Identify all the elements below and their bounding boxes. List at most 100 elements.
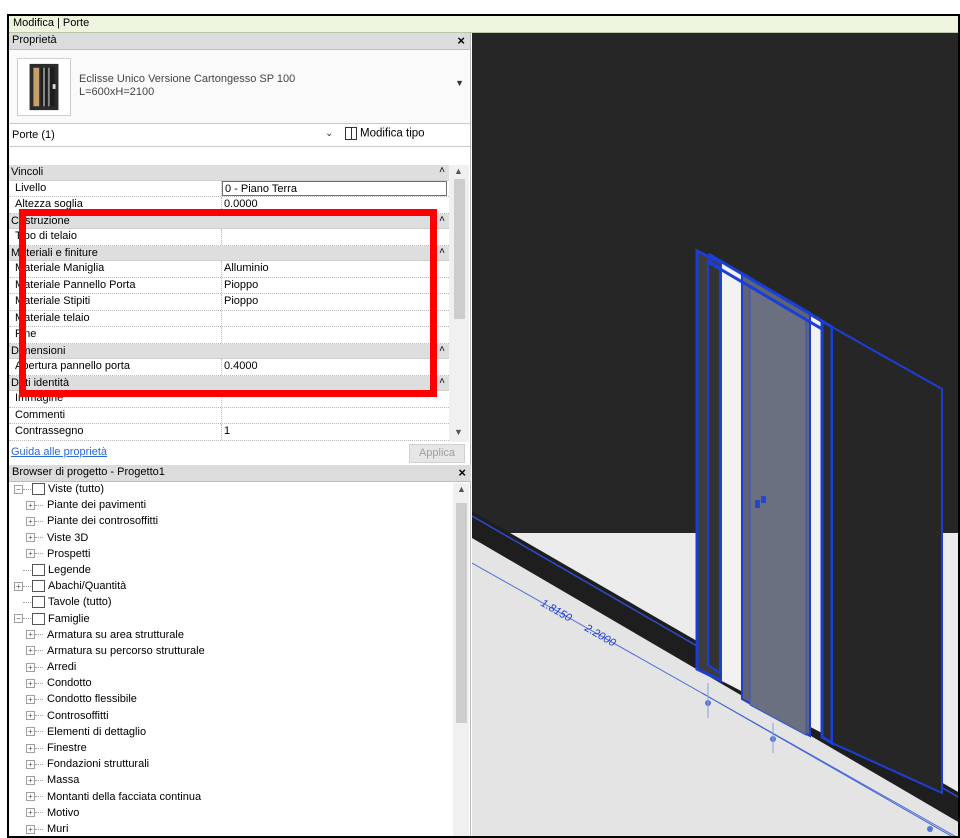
expand-icon[interactable]: + xyxy=(26,727,35,737)
tree-item[interactable]: + Piante dei controsoffitti xyxy=(9,515,449,531)
expand-icon[interactable]: + xyxy=(26,678,35,688)
expand-icon[interactable]: + xyxy=(26,662,35,672)
expand-icon[interactable]: + xyxy=(26,711,35,721)
property-value[interactable]: 0.0000 xyxy=(222,197,449,213)
tree-connector xyxy=(35,537,43,539)
collapse-caret-icon[interactable]: ˄ xyxy=(439,214,445,225)
tree-connector xyxy=(35,779,43,781)
tree-item[interactable]: − Famiglie xyxy=(9,613,449,629)
close-icon[interactable]: × xyxy=(457,33,465,48)
collapse-caret-icon[interactable]: ˄ xyxy=(439,165,445,176)
tree-item[interactable]: + Prospetti xyxy=(9,548,449,564)
property-category[interactable]: Dati identità ˄ xyxy=(9,375,449,391)
tree-item[interactable]: + Fondazioni strutturali xyxy=(9,758,449,774)
tree-connector xyxy=(35,634,43,636)
expand-icon[interactable]: + xyxy=(26,808,35,818)
tree-item[interactable]: + Massa xyxy=(9,774,449,790)
apply-button[interactable]: Applica xyxy=(409,444,465,463)
help-link[interactable]: Guida alle proprietà xyxy=(11,446,107,458)
tree-connector xyxy=(35,796,43,798)
close-icon[interactable]: × xyxy=(458,465,466,480)
tree-item[interactable]: − Viste (tutto) xyxy=(9,483,449,499)
tree-item-label: Piante dei pavimenti xyxy=(47,499,147,512)
scroll-up-icon[interactable]: ▲ xyxy=(457,484,466,494)
scroll-down-icon[interactable]: ▼ xyxy=(454,427,463,437)
tree-item[interactable]: + Piante dei pavimenti xyxy=(9,499,449,515)
expand-icon[interactable]: + xyxy=(26,549,35,559)
3d-viewport[interactable]: 1.8150 2.2000 xyxy=(472,33,960,838)
property-key: Materiale Pannello Porta xyxy=(9,277,222,293)
tree-item[interactable]: + Abachi/Quantità xyxy=(9,580,449,596)
instance-filter[interactable]: Porte (1) xyxy=(12,129,55,141)
property-value[interactable] xyxy=(222,311,449,327)
type-selector[interactable]: Eclisse Unico Versione Cartongesso SP 10… xyxy=(9,50,470,124)
property-key: Altezza soglia xyxy=(9,197,222,213)
property-value[interactable]: 1 xyxy=(222,424,449,440)
tree-item[interactable]: + Controsoffitti xyxy=(9,710,449,726)
tree-item[interactable]: + Montanti della facciata continua xyxy=(9,791,449,807)
property-value[interactable]: 0.4000 xyxy=(222,359,449,375)
tree-item[interactable]: Tavole (tutto) xyxy=(9,596,449,612)
property-row: Livello 0 - Piano Terra xyxy=(9,180,449,197)
tree-item[interactable]: + Motivo xyxy=(9,807,449,823)
scroll-thumb[interactable] xyxy=(456,503,467,723)
collapse-caret-icon[interactable]: ˄ xyxy=(439,376,445,387)
tree-item[interactable]: + Condotto xyxy=(9,677,449,693)
collapse-caret-icon[interactable]: ˄ xyxy=(439,344,445,355)
property-value[interactable]: Alluminio xyxy=(222,261,449,277)
property-value[interactable] xyxy=(222,229,449,245)
tree-item[interactable]: + Armatura su area strutturale xyxy=(9,629,449,645)
property-row: Altezza soglia 0.0000 xyxy=(9,197,449,214)
property-value[interactable] xyxy=(222,408,449,424)
tree-item[interactable]: + Elementi di dettaglio xyxy=(9,726,449,742)
project-browser-scrollbar[interactable]: ▲ xyxy=(453,483,469,836)
tree-item[interactable]: + Condotto flessibile xyxy=(9,693,449,709)
property-category[interactable]: Vincoli ˄ xyxy=(9,165,449,181)
scroll-up-icon[interactable]: ▲ xyxy=(454,166,463,176)
expand-icon[interactable]: + xyxy=(26,533,35,543)
property-category[interactable]: Dimensioni ˄ xyxy=(9,343,449,359)
door-thumbnail-icon xyxy=(17,58,71,116)
property-category[interactable]: Materiali e finiture ˄ xyxy=(9,245,449,261)
property-row: Materiale Stipiti Pioppo xyxy=(9,294,449,311)
property-value[interactable] xyxy=(222,391,449,407)
tree-item[interactable]: + Arredi xyxy=(9,661,449,677)
expand-icon[interactable]: + xyxy=(26,775,35,785)
expand-icon[interactable]: + xyxy=(26,792,35,802)
edit-type-button[interactable]: Modifica tipo xyxy=(343,126,427,144)
property-category[interactable]: Costruzione ˄ xyxy=(9,213,449,229)
property-value[interactable]: Pioppo xyxy=(222,294,449,310)
family-icon xyxy=(32,612,45,625)
property-value[interactable] xyxy=(222,327,449,343)
tree-item[interactable]: Legende xyxy=(9,564,449,580)
tree-item[interactable]: + Muri xyxy=(9,823,449,836)
tree-item[interactable]: + Viste 3D xyxy=(9,532,449,548)
expand-icon[interactable]: + xyxy=(14,581,23,591)
expand-icon[interactable]: + xyxy=(26,824,35,834)
collapse-icon[interactable]: − xyxy=(14,614,23,624)
chevron-down-icon[interactable]: ⌄ xyxy=(325,128,333,139)
tree-item[interactable]: + Armatura su percorso strutturale xyxy=(9,645,449,661)
3d-model-view[interactable]: 1.8150 2.2000 xyxy=(472,33,960,838)
expand-icon[interactable]: + xyxy=(26,759,35,769)
expand-icon[interactable]: + xyxy=(26,500,35,510)
expand-icon[interactable]: + xyxy=(26,630,35,640)
dropdown-arrow-icon[interactable]: ▼ xyxy=(455,78,464,88)
collapse-icon[interactable]: − xyxy=(14,484,23,494)
property-value[interactable]: Pioppo xyxy=(222,278,449,294)
property-value[interactable]: 0 - Piano Terra xyxy=(222,180,447,196)
property-key: Fine xyxy=(9,327,222,343)
expand-icon[interactable]: + xyxy=(26,695,35,705)
tree-item[interactable]: + Finestre xyxy=(9,742,449,758)
collapse-caret-icon[interactable]: ˄ xyxy=(439,246,445,257)
properties-scrollbar[interactable]: ▲ ▼ xyxy=(449,165,469,442)
tree-item-label: Controsoffitti xyxy=(47,709,109,722)
tree-connector xyxy=(35,812,43,814)
expand-icon[interactable]: + xyxy=(26,646,35,656)
expand-icon[interactable]: + xyxy=(26,743,35,753)
tree-connector xyxy=(35,715,43,717)
expand-icon[interactable]: + xyxy=(26,516,35,526)
scroll-thumb[interactable] xyxy=(454,179,465,319)
